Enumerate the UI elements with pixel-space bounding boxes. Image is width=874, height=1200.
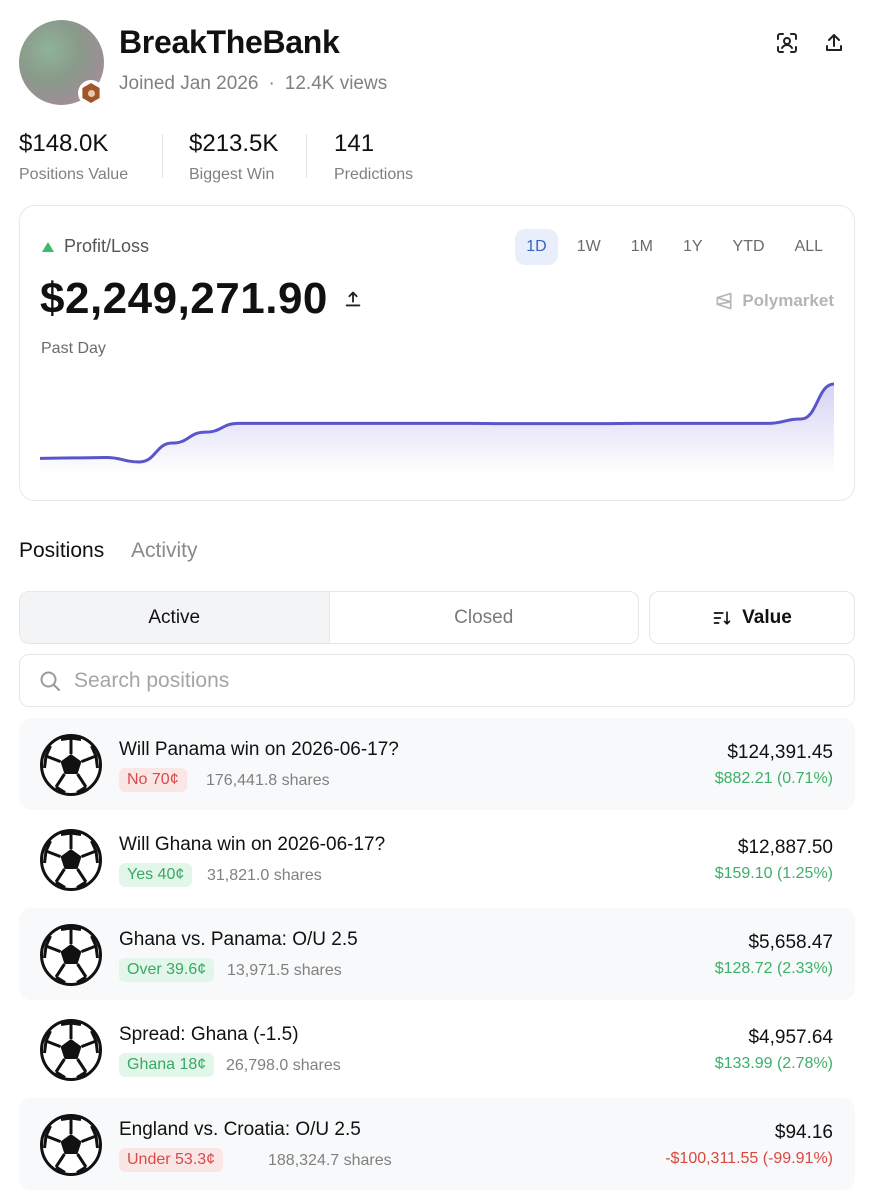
search-input[interactable] [74,655,834,706]
position-change: $882.21 (0.71%) [714,770,833,787]
profit-loss-title: Profit/Loss [64,236,150,256]
polymarket-brand: Polymarket [714,291,834,311]
position-change: $133.99 (2.78%) [714,1055,833,1072]
profit-loss-value: $2,249,271.90 [40,274,328,323]
range-1y[interactable]: 1Y [672,229,714,265]
outcome-badge: Over 39.6¢ [119,958,215,982]
position-value: $12,887.50 [737,837,833,858]
position-title: Will Ghana win on 2026-06-17? [119,834,386,855]
position-shares: 188,324.7 shares [268,1152,392,1169]
position-status-toggle: Active Closed [19,591,639,644]
position-shares: 31,821.0 shares [207,867,322,884]
soccer-ball-icon [39,923,103,987]
stat-label: Positions Value [19,166,129,183]
position-title: England vs. Croatia: O/U 2.5 [119,1119,361,1140]
position-value: $5,658.47 [748,932,833,953]
position-value: $124,391.45 [727,742,833,763]
stat-divider [306,134,307,178]
stat-divider [162,134,163,178]
range-1m[interactable]: 1M [620,229,664,265]
filter-closed[interactable]: Closed [330,592,639,643]
meta-separator: · [268,73,275,94]
rank-badge-icon [78,80,104,106]
position-change: $128.72 (2.33%) [714,960,833,977]
range-1w[interactable]: 1W [566,229,612,265]
soccer-ball-icon [39,1018,103,1082]
sort-button[interactable]: Value [649,591,855,644]
up-triangle-icon [42,241,54,252]
stat-biggest-win: $213.5K Biggest Win [189,130,278,184]
profile-meta: Joined Jan 2026 · 12.4K views [119,73,387,95]
position-shares: 176,441.8 shares [206,772,330,789]
position-row[interactable]: Ghana vs. Panama: O/U 2.5 Over 39.6¢ 13,97… [19,908,855,1000]
polymarket-logo-icon [716,292,732,310]
soccer-ball-icon [39,733,103,797]
scan-profile-icon[interactable] [772,28,802,58]
joined-date: Joined Jan 2026 [119,73,259,94]
range-ytd[interactable]: YTD [722,229,776,265]
filter-active[interactable]: Active [20,592,330,643]
time-range-selector: 1D 1W 1M 1Y YTD ALL [515,229,834,265]
stat-label: Predictions [334,166,414,183]
position-title: Ghana vs. Panama: O/U 2.5 [119,929,358,950]
outcome-badge: No 70¢ [119,768,187,792]
search-box [19,654,855,707]
position-value: $4,957.64 [748,1027,833,1048]
position-value: $94.16 [774,1122,833,1143]
range-1d[interactable]: 1D [515,229,558,265]
profit-loss-label: Profit/Loss [42,236,149,257]
share-pnl-icon[interactable] [342,288,366,312]
position-title: Spread: Ghana (-1.5) [119,1024,299,1045]
period-label: Past Day [41,340,106,357]
soccer-ball-icon [39,828,103,892]
username: BreakTheBank [119,24,340,60]
sort-icon [713,610,731,625]
soccer-ball-icon [39,1113,103,1177]
sort-label: Value [742,606,792,628]
stat-value: $213.5K [189,130,279,157]
position-title: Will Panama win on 2026-06-17? [119,739,399,760]
position-row[interactable]: Spread: Ghana (-1.5) Ghana 18¢ 26,798.0 sh… [19,1003,855,1095]
position-row[interactable]: Will Ghana win on 2026-06-17? Yes 40¢ 31,8… [19,813,855,905]
position-row[interactable]: Will Panama win on 2026-06-17? No 70¢ 176,… [19,718,855,810]
profit-loss-chart [40,382,834,476]
position-row[interactable]: England vs. Croatia: O/U 2.5 Under 53.3¢ 1… [19,1098,855,1190]
stat-predictions: 141 Predictions [334,130,413,184]
brand-name: Polymarket [742,291,834,310]
range-all[interactable]: ALL [784,229,834,265]
profit-loss-card: Profit/Loss 1D 1W 1M 1Y YTD ALL $2,249,2… [19,205,855,501]
chart-area [40,384,834,476]
outcome-badge: Under 53.3¢ [119,1148,224,1172]
tab-activity[interactable]: Activity [131,539,198,563]
position-shares: 26,798.0 shares [226,1057,341,1074]
stat-positions-value: $148.0K Positions Value [19,130,128,184]
outcome-badge: Ghana 18¢ [119,1053,215,1077]
position-change: $159.10 (1.25%) [714,865,833,882]
stat-value: $148.0K [19,130,109,157]
position-change: -$100,311.55 (-99.91%) [665,1150,833,1167]
tab-positions[interactable]: Positions [19,539,104,563]
share-icon[interactable] [819,28,849,58]
outcome-badge: Yes 40¢ [119,863,193,887]
stat-value: 141 [334,130,375,157]
search-icon [40,671,60,691]
stat-label: Biggest Win [189,166,275,183]
position-shares: 13,971.5 shares [227,962,342,979]
view-count: 12.4K views [284,73,388,94]
